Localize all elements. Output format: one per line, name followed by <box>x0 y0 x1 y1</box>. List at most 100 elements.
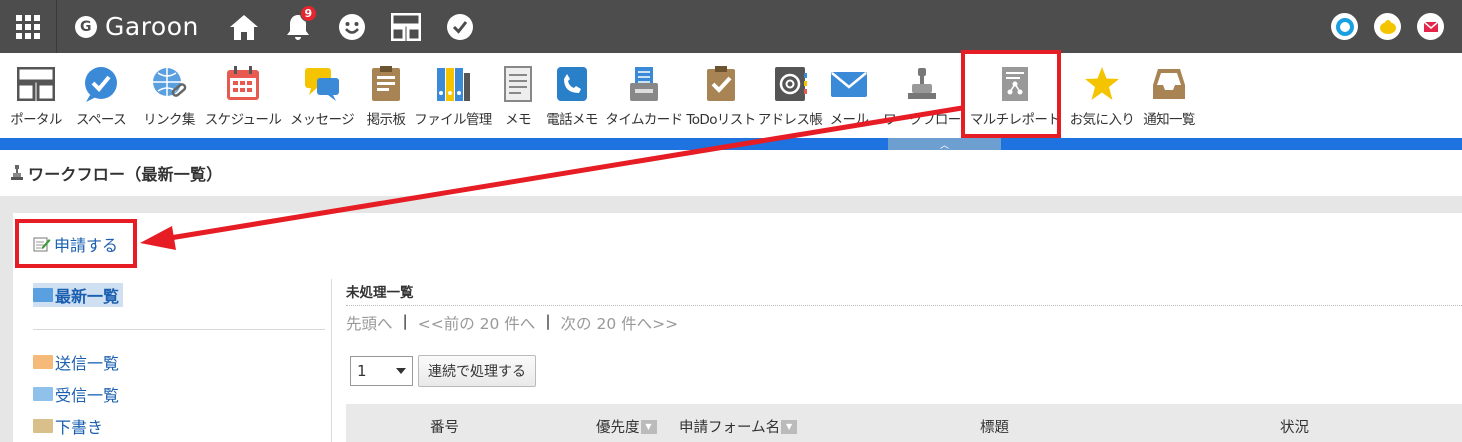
ring-status-icon[interactable] <box>1331 13 1358 40</box>
bulletin-icon <box>366 65 406 103</box>
app-label: スペース <box>76 112 127 128</box>
folder-latest[interactable]: 最新一覧 <box>33 283 124 307</box>
continuous-process-button[interactable]: 連続で処理する <box>418 355 536 387</box>
inbox-icon <box>1149 65 1189 103</box>
folder-icon <box>33 419 53 433</box>
page-title: ワークフロー（最新一覧） <box>28 165 223 184</box>
app-label: ポータル <box>10 112 62 128</box>
app-menu-button[interactable] <box>0 0 57 53</box>
portal-icon <box>16 65 56 103</box>
folder-sent[interactable]: 送信一覧 <box>33 350 325 374</box>
column-form-name[interactable]: 申請フォーム名 ▼ <box>679 416 798 437</box>
folder-sidebar: 最新一覧 送信一覧 受信一覧 下書き <box>33 283 325 438</box>
app-timecard[interactable]: タイムカード <box>603 65 685 131</box>
column-priority[interactable]: 優先度 ▼ <box>596 416 657 437</box>
bulk-controls: 1 連続で処理する <box>350 355 1462 387</box>
memo-icon <box>498 65 538 103</box>
highlight-apply-box <box>15 219 137 268</box>
layout-button[interactable] <box>379 0 433 53</box>
app-mail[interactable]: メール <box>823 65 875 131</box>
sidebar-vertical-divider <box>331 279 332 442</box>
app-schedule[interactable]: スケジュール <box>203 65 283 131</box>
app-label: タイムカード <box>605 112 683 128</box>
app-address[interactable]: アドレス帳 <box>757 65 823 131</box>
pager-separator: | <box>545 312 551 330</box>
pager-separator: | <box>402 312 408 330</box>
folder-icon <box>33 288 53 302</box>
pager-first[interactable]: 先頭へ <box>346 312 393 334</box>
column-subject[interactable]: 標題 <box>980 416 1009 437</box>
app-label: メモ <box>505 112 531 128</box>
address-icon <box>770 65 810 103</box>
column-status[interactable]: 状況 <box>1280 416 1309 437</box>
column-label: 番号 <box>430 420 459 436</box>
folder-label: 送信一覧 <box>55 354 120 373</box>
collapse-app-bar-button[interactable]: ︿ <box>888 138 1001 151</box>
app-links[interactable]: リンク集 <box>135 65 203 131</box>
highlight-workflow-box <box>961 50 1061 138</box>
start-number-select[interactable]: 1 <box>350 356 413 386</box>
layout-icon <box>390 12 421 41</box>
folder-icon <box>33 387 53 401</box>
mail-avatar-icon[interactable] <box>1417 13 1444 40</box>
app-label: メール <box>829 112 869 128</box>
space-icon <box>81 65 121 103</box>
app-todo[interactable]: ToDoリスト <box>685 65 757 131</box>
app-phone-memo[interactable]: 電話メモ <box>541 65 603 131</box>
global-header: G Garoon 9 <box>0 0 1462 53</box>
app-label: 掲示板 <box>366 112 406 128</box>
column-label: 標題 <box>980 420 1009 436</box>
table-header: 番号 優先度 ▼ 申請フォーム名 ▼ 標題 状況 <box>346 404 1462 442</box>
column-label: 状況 <box>1280 420 1309 436</box>
home-button[interactable] <box>217 0 271 53</box>
tasks-button[interactable] <box>433 0 487 53</box>
app-message[interactable]: メッセージ <box>283 65 361 131</box>
sort-icon[interactable]: ▼ <box>640 419 657 434</box>
app-memo[interactable]: メモ <box>495 65 541 131</box>
folder-received[interactable]: 受信一覧 <box>33 382 325 406</box>
workflow-stamp-icon <box>11 165 23 180</box>
app-workflow[interactable]: ワークフロー <box>875 65 969 131</box>
timecard-icon <box>624 65 664 103</box>
globe-link-icon <box>149 65 189 103</box>
app-label: アドレス帳 <box>757 112 823 128</box>
pager-prev[interactable]: <<前の 20 件へ <box>418 312 536 334</box>
chevron-up-icon: ︿ <box>939 140 949 151</box>
folder-label: 下書き <box>55 418 104 437</box>
app-notifications[interactable]: 通知一覧 <box>1143 65 1195 131</box>
stamp-icon <box>902 65 942 103</box>
app-label: メッセージ <box>289 112 355 128</box>
logo-mark: G <box>75 15 97 38</box>
app-space[interactable]: スペース <box>67 65 135 131</box>
app-list: ポータル スペース リンク集 スケジュール メッセージ 掲示板 ファイル管理 メ… <box>0 53 1462 131</box>
content-panel: 申請する 最新一覧 送信一覧 受信一覧 下書き 未処理一覧 先頭へ | <<前の… <box>13 213 1462 442</box>
app-favorites[interactable]: お気に入り <box>1061 65 1143 131</box>
pager: 先頭へ | <<前の 20 件へ | 次の 20 件へ>> <box>346 312 1462 334</box>
app-portal[interactable]: ポータル <box>5 65 67 131</box>
app-label: リンク集 <box>143 112 195 128</box>
binder-icon <box>433 65 473 103</box>
app-label: ToDoリスト <box>686 112 756 128</box>
pager-next[interactable]: 次の 20 件へ>> <box>561 312 679 334</box>
sidebar-divider <box>33 329 325 330</box>
home-icon <box>229 14 258 40</box>
folder-drafts[interactable]: 下書き <box>33 414 325 438</box>
list-heading: 未処理一覧 <box>346 285 414 301</box>
notification-button[interactable]: 9 <box>271 0 325 53</box>
app-bulletin[interactable]: 掲示板 <box>361 65 411 131</box>
heading-divider <box>346 305 1462 306</box>
yellow-avatar-icon[interactable] <box>1374 13 1401 40</box>
sort-icon[interactable]: ▼ <box>781 419 798 434</box>
app-label: スケジュール <box>204 112 282 128</box>
calendar-icon <box>223 65 263 103</box>
folder-label: 最新一覧 <box>55 287 120 306</box>
column-number[interactable]: 番号 <box>430 416 459 437</box>
app-label: 通知一覧 <box>1143 112 1195 128</box>
garoon-logo[interactable]: G Garoon <box>75 12 199 41</box>
app-files[interactable]: ファイル管理 <box>411 65 495 131</box>
caret-down-icon <box>396 368 406 374</box>
presence-button[interactable] <box>325 0 379 53</box>
pending-list: 未処理一覧 先頭へ | <<前の 20 件へ | 次の 20 件へ>> 1 連続… <box>346 281 1462 442</box>
message-icon <box>302 65 342 103</box>
app-bar: ポータル スペース リンク集 スケジュール メッセージ 掲示板 ファイル管理 メ… <box>0 53 1462 138</box>
